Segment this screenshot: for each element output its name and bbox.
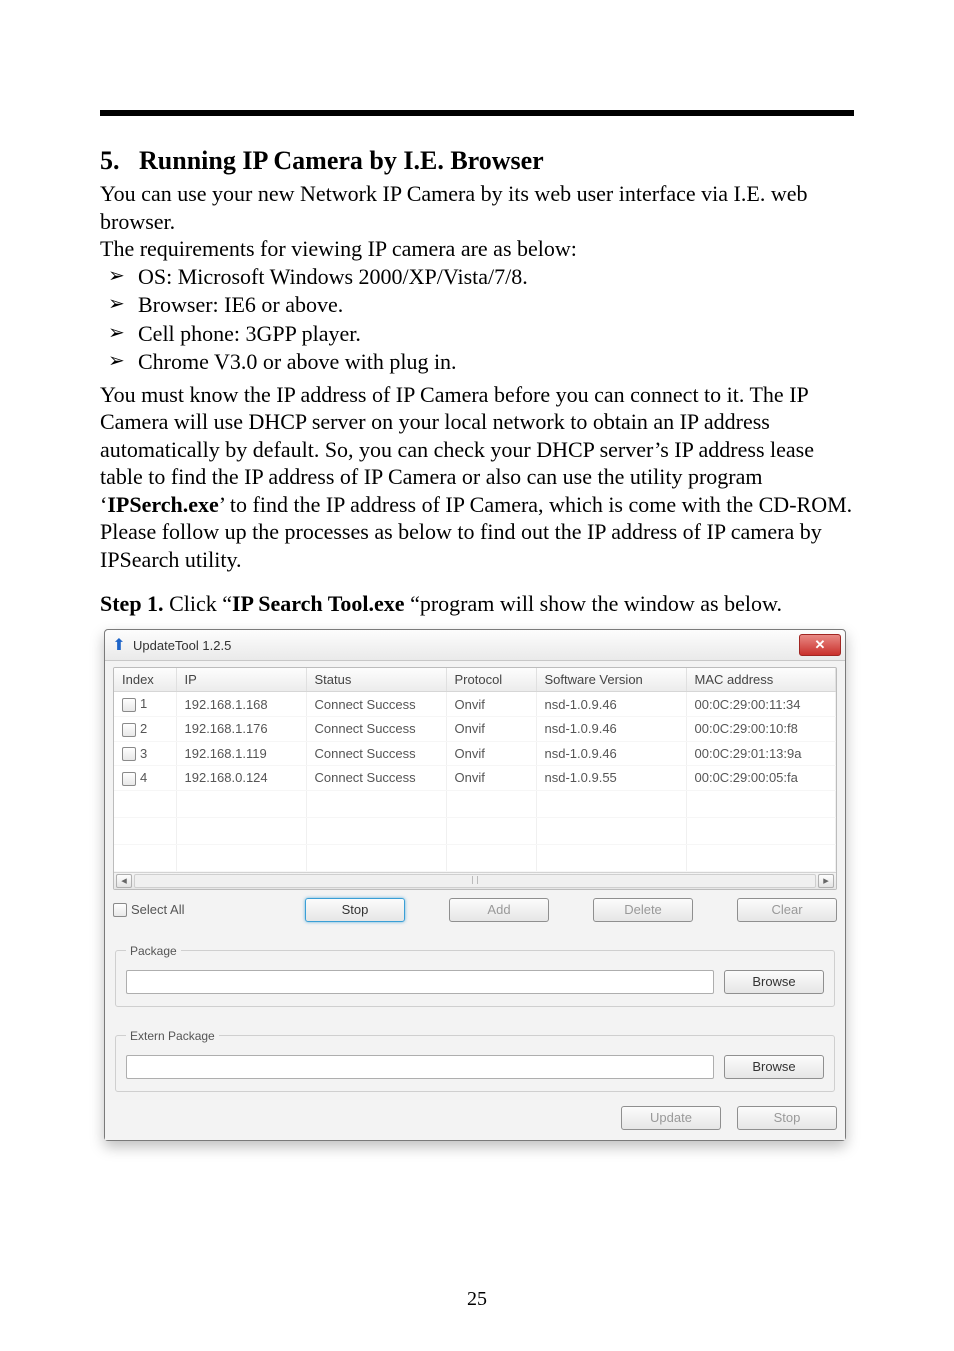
paragraph-followup: Please follow up the processes as below … [100, 518, 854, 573]
delete-button[interactable]: Delete [593, 898, 693, 922]
stop-button[interactable]: Stop [305, 898, 405, 922]
step1-label: Step 1. [100, 591, 164, 616]
step1-pre: Click “ [164, 591, 232, 616]
cell-index: 3 [140, 746, 147, 761]
row-checkbox[interactable] [122, 723, 136, 737]
stop-bottom-button[interactable]: Stop [737, 1106, 837, 1130]
package-legend: Package [126, 944, 181, 958]
para2-bold: IPSerch.exe [107, 492, 218, 517]
table-row[interactable]: 4 192.168.0.124 Connect Success Onvif ns… [114, 766, 836, 791]
extern-package-legend: Extern Package [126, 1029, 219, 1043]
cell-mac: 00:0C:29:00:05:fa [686, 766, 836, 791]
row-checkbox[interactable] [122, 747, 136, 761]
requirement-item: OS: Microsoft Windows 2000/XP/Vista/7/8. [100, 263, 854, 292]
table-row[interactable]: 1 192.168.1.168 Connect Success Onvif ns… [114, 692, 836, 717]
section-heading-text: Running IP Camera by I.E. Browser [139, 146, 544, 175]
section-title: 5. Running IP Camera by I.E. Browser [100, 146, 854, 176]
browse-package-button[interactable]: Browse [724, 970, 824, 994]
row-checkbox[interactable] [122, 698, 136, 712]
cell-mac: 00:0C:29:00:10:f8 [686, 716, 836, 741]
col-status[interactable]: Status [306, 668, 446, 692]
cell-ip: 192.168.1.176 [176, 716, 306, 741]
step1: Step 1. Click “IP Search Tool.exe “progr… [100, 591, 854, 617]
window-title: UpdateTool 1.2.5 [133, 638, 231, 653]
scroll-right-icon[interactable]: ▸ [818, 874, 834, 888]
cell-index: 1 [140, 696, 147, 711]
cell-protocol: Onvif [446, 766, 536, 791]
close-button[interactable]: ✕ [799, 634, 841, 656]
window-titlebar: ⬆ UpdateTool 1.2.5 ✕ [105, 630, 845, 661]
package-group: Package Browse [115, 944, 835, 1007]
paragraph-ip: You must know the IP address of IP Camer… [100, 381, 854, 519]
step1-post: “program will show the window as below. [410, 591, 782, 616]
requirement-item: Browser: IE6 or above. [100, 291, 854, 320]
cell-protocol: Onvif [446, 692, 536, 717]
cell-mac: 00:0C:29:00:11:34 [686, 692, 836, 717]
scroll-left-icon[interactable]: ◂ [116, 874, 132, 888]
device-table: Index IP Status Protocol Software Versio… [114, 668, 836, 871]
cell-ip: 192.168.0.124 [176, 766, 306, 791]
para2-c: ’ to find the IP address of IP Camera, w… [219, 492, 852, 517]
table-row[interactable]: 3 192.168.1.119 Connect Success Onvif ns… [114, 741, 836, 766]
cell-index: 2 [140, 721, 147, 736]
cell-ip: 192.168.1.168 [176, 692, 306, 717]
table-row[interactable]: 2 192.168.1.176 Connect Success Onvif ns… [114, 716, 836, 741]
select-all-label: Select All [131, 902, 184, 917]
section-number: 5. [100, 146, 120, 175]
cell-status: Connect Success [306, 692, 446, 717]
requirements-list: OS: Microsoft Windows 2000/XP/Vista/7/8.… [100, 263, 854, 377]
cell-status: Connect Success [306, 716, 446, 741]
page-number: 25 [0, 1288, 954, 1311]
extern-package-group: Extern Package Browse [115, 1029, 835, 1092]
row-checkbox[interactable] [122, 772, 136, 786]
cell-version: nsd-1.0.9.46 [536, 692, 686, 717]
step1-bold: IP Search Tool.exe [232, 591, 410, 616]
intro-paragraph-1: You can use your new Network IP Camera b… [100, 180, 854, 235]
device-table-wrap: Index IP Status Protocol Software Versio… [113, 667, 837, 889]
requirement-item: Chrome V3.0 or above with plug in. [100, 348, 854, 377]
horizontal-scrollbar[interactable]: ◂ ▸ [114, 872, 836, 889]
cell-index: 4 [140, 770, 147, 785]
add-button[interactable]: Add [449, 898, 549, 922]
close-icon: ✕ [815, 637, 826, 653]
requirement-item: Cell phone: 3GPP player. [100, 320, 854, 349]
cell-protocol: Onvif [446, 741, 536, 766]
cell-version: nsd-1.0.9.55 [536, 766, 686, 791]
horizontal-rule [100, 110, 854, 116]
cell-version: nsd-1.0.9.46 [536, 741, 686, 766]
col-ip[interactable]: IP [176, 668, 306, 692]
cell-status: Connect Success [306, 766, 446, 791]
controls-row: Select All Stop Add Delete Clear [113, 898, 837, 922]
browse-extern-button[interactable]: Browse [724, 1055, 824, 1079]
col-mac[interactable]: MAC address [686, 668, 836, 692]
cell-mac: 00:0C:29:01:13:9a [686, 741, 836, 766]
col-version[interactable]: Software Version [536, 668, 686, 692]
col-protocol[interactable]: Protocol [446, 668, 536, 692]
update-button[interactable]: Update [621, 1106, 721, 1130]
intro-paragraph-2: The requirements for viewing IP camera a… [100, 235, 854, 263]
updatetool-window: ⬆ UpdateTool 1.2.5 ✕ Index IP [104, 629, 846, 1140]
clear-button[interactable]: Clear [737, 898, 837, 922]
cell-status: Connect Success [306, 741, 446, 766]
bottom-button-row: Update Stop [113, 1106, 837, 1130]
cell-version: nsd-1.0.9.46 [536, 716, 686, 741]
window-body: Index IP Status Protocol Software Versio… [105, 661, 845, 1139]
cell-protocol: Onvif [446, 716, 536, 741]
select-all-checkbox[interactable] [113, 903, 127, 917]
cell-ip: 192.168.1.119 [176, 741, 306, 766]
app-icon: ⬆ [111, 637, 127, 653]
package-path-input[interactable] [126, 970, 714, 994]
extern-package-path-input[interactable] [126, 1055, 714, 1079]
col-index[interactable]: Index [114, 668, 176, 692]
